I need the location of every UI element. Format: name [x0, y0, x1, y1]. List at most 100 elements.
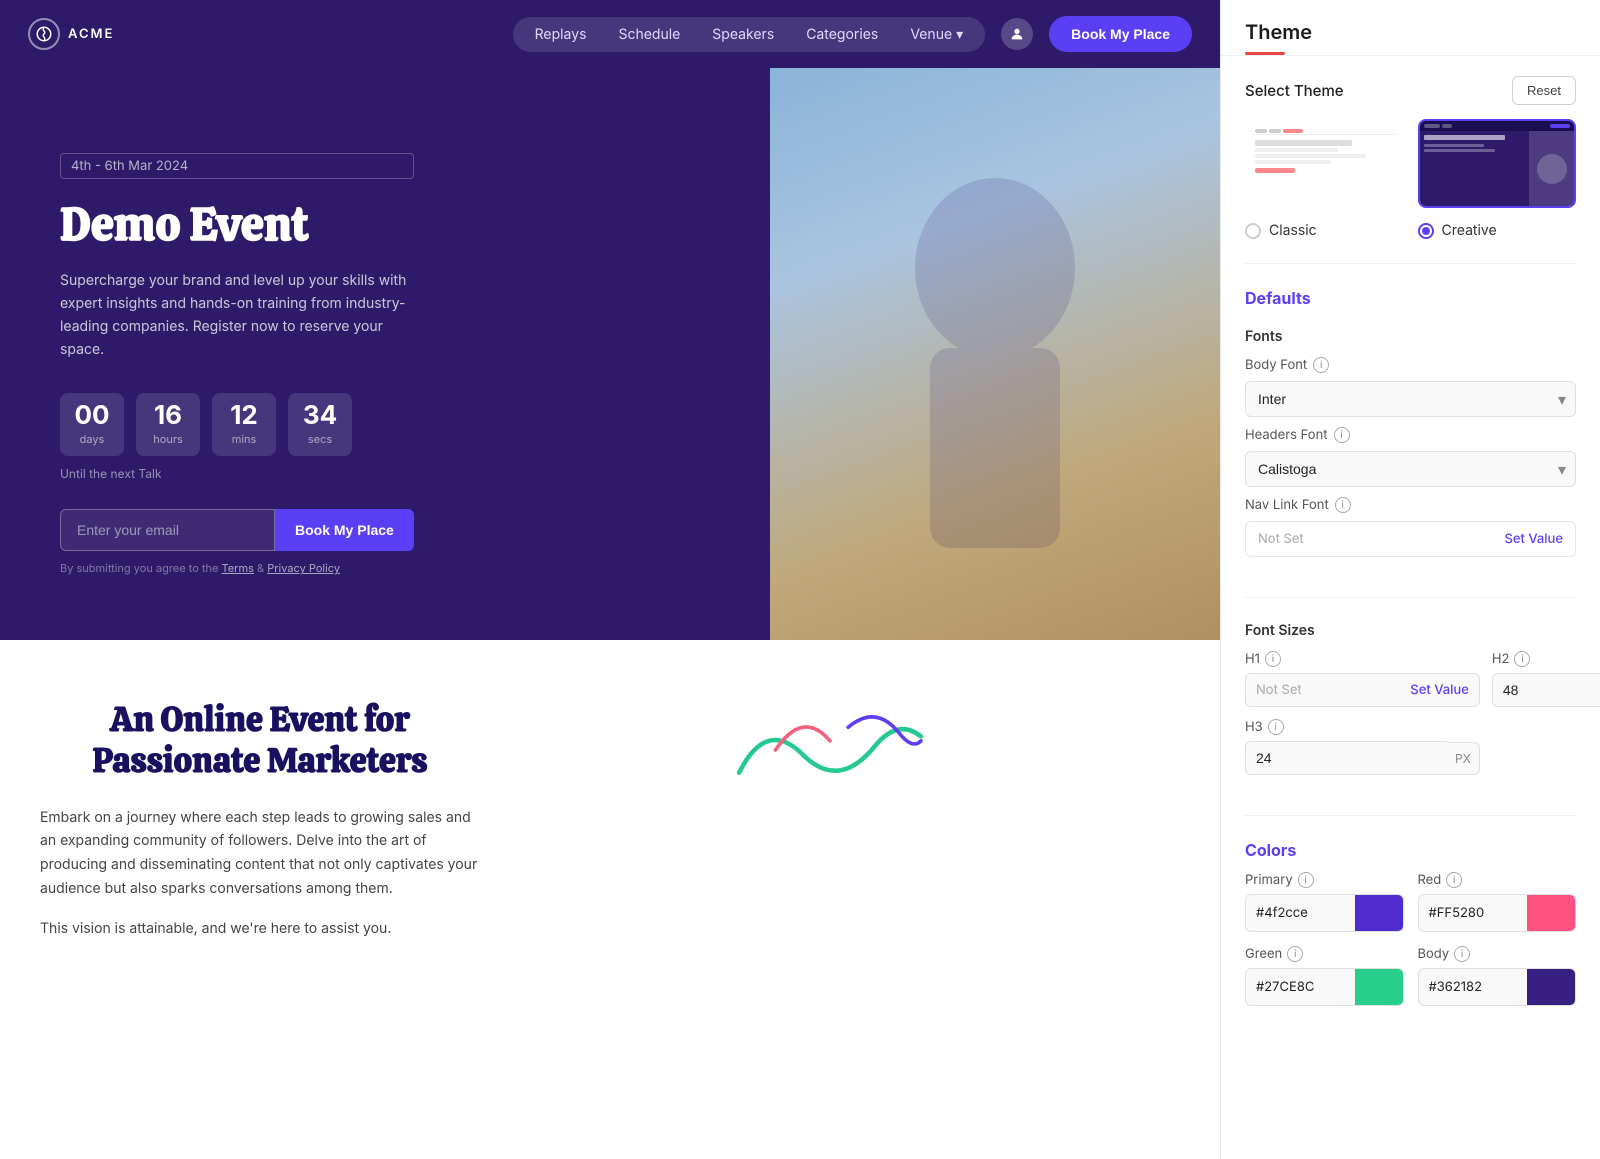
body-font-select-wrapper: Inter ▾: [1245, 381, 1576, 417]
defaults-section: Defaults: [1245, 288, 1576, 308]
user-avatar-icon[interactable]: [1001, 18, 1033, 50]
headers-font-label: Headers Font i: [1245, 427, 1350, 443]
font-sizes-section: Font Sizes H1 i Not Set Set Value: [1245, 622, 1576, 775]
headers-font-info-icon[interactable]: i: [1334, 427, 1350, 443]
green-info-icon[interactable]: i: [1287, 946, 1303, 962]
h3-label: H3 i: [1245, 719, 1480, 735]
red-input-row: #FF5280: [1418, 894, 1577, 932]
body-hex: #362182: [1419, 971, 1528, 1003]
primary-input-row: #4f2cce: [1245, 894, 1404, 932]
nav-font-row: Not Set Set Value: [1245, 521, 1576, 557]
theme-card-classic[interactable]: [1245, 119, 1404, 208]
colors-grid: Primary i #4f2cce Red i #FF5280: [1245, 872, 1576, 1006]
privacy-link[interactable]: Privacy Policy: [267, 561, 340, 575]
lower-description-1: Embark on a journey where each step lead…: [40, 806, 480, 901]
select-theme-header: Select Theme Reset: [1245, 76, 1576, 105]
h3-info-icon[interactable]: i: [1268, 719, 1284, 735]
radio-creative-circle: [1418, 223, 1434, 239]
colors-section: Colors Primary i #4f2cce Red: [1245, 840, 1576, 1006]
theme-creative-preview: [1420, 121, 1575, 206]
body-font-row: Body Font i: [1245, 357, 1576, 373]
nav-speakers[interactable]: Speakers: [698, 21, 788, 48]
theme-card-creative[interactable]: [1418, 119, 1577, 208]
h2-info-icon[interactable]: i: [1514, 651, 1530, 667]
logo-text: ACME: [68, 26, 114, 42]
radio-classic-circle: [1245, 223, 1261, 239]
green-hex: #27CE8C: [1246, 971, 1355, 1003]
h3-input[interactable]: [1245, 741, 1447, 775]
main-area: ACME Replays Schedule Speakers Categorie…: [0, 0, 1220, 1159]
primary-swatch[interactable]: [1355, 895, 1403, 931]
color-primary: Primary i #4f2cce: [1245, 872, 1404, 932]
defaults-title: Defaults: [1245, 288, 1576, 308]
h1-info-icon[interactable]: i: [1265, 651, 1281, 667]
email-form: Book My Place: [60, 509, 414, 551]
book-my-place-hero-button[interactable]: Book My Place: [275, 509, 414, 551]
theme-classic-preview: [1247, 121, 1402, 206]
panel-title: Theme: [1245, 20, 1576, 44]
h2-input-row: PX: [1492, 673, 1600, 707]
theme-creative-label: Creative: [1442, 222, 1497, 239]
h3-unit: PX: [1447, 742, 1480, 775]
nav-replays[interactable]: Replays: [521, 21, 601, 48]
nav-link-font-row: Nav Link Font i: [1245, 497, 1576, 513]
green-label: Green i: [1245, 946, 1404, 962]
body-font-select[interactable]: Inter: [1245, 381, 1576, 417]
nav-font-not-set: Not Set: [1258, 531, 1304, 547]
red-info-icon[interactable]: i: [1446, 872, 1462, 888]
nav-link-font-info-icon[interactable]: i: [1335, 497, 1351, 513]
divider-3: [1245, 815, 1576, 816]
nav-schedule[interactable]: Schedule: [604, 21, 694, 48]
email-input[interactable]: [60, 509, 275, 551]
color-body: Body i #362182: [1418, 946, 1577, 1006]
headers-font-row: Headers Font i: [1245, 427, 1576, 443]
event-date: 4th - 6th Mar 2024: [60, 153, 414, 179]
color-red: Red i #FF5280: [1418, 872, 1577, 932]
book-my-place-nav-button[interactable]: Book My Place: [1049, 16, 1192, 52]
event-description: Supercharge your brand and level up your…: [60, 269, 414, 361]
h3-size-item: H3 i PX: [1245, 719, 1480, 775]
headers-font-select-wrapper: Calistoga ▾: [1245, 451, 1576, 487]
lower-graphic: [480, 700, 1180, 800]
body-swatch[interactable]: [1527, 969, 1575, 1005]
nav-link-font-label: Nav Link Font i: [1245, 497, 1351, 513]
h2-input[interactable]: [1492, 673, 1600, 707]
lower-content: An Online Event for Passionate Marketers…: [40, 700, 480, 957]
theme-radio-classic[interactable]: Classic: [1245, 222, 1404, 239]
panel-tab-underline: [1245, 52, 1285, 55]
fonts-title: Fonts: [1245, 328, 1576, 345]
radio-inner-dot: [1422, 227, 1430, 235]
green-swatch[interactable]: [1355, 969, 1403, 1005]
nav-categories[interactable]: Categories: [792, 21, 892, 48]
countdown-days: 00 days: [60, 393, 124, 456]
theme-radio-creative[interactable]: Creative: [1418, 222, 1577, 239]
hero-content: 4th - 6th Mar 2024 Demo Event Supercharg…: [0, 68, 454, 640]
nav-links: Replays Schedule Speakers Categories Ven…: [513, 17, 986, 52]
nav-venue[interactable]: Venue ▾: [896, 21, 977, 48]
squiggle-icon: [730, 700, 930, 800]
green-input-row: #27CE8C: [1245, 968, 1404, 1006]
divider-1: [1245, 263, 1576, 264]
reset-button[interactable]: Reset: [1512, 76, 1576, 105]
countdown-secs: 34 secs: [288, 393, 352, 456]
body-color-info-icon[interactable]: i: [1454, 946, 1470, 962]
h1-size-item: H1 i Not Set Set Value: [1245, 651, 1480, 707]
headers-font-select[interactable]: Calistoga: [1245, 451, 1576, 487]
select-theme-section: Select Theme Reset: [1245, 76, 1576, 239]
panel-header: Theme: [1221, 0, 1600, 56]
countdown-hours: 16 hours: [136, 393, 200, 456]
h1-set-value[interactable]: Set Value: [1410, 682, 1469, 698]
font-sizes-grid: H1 i Not Set Set Value H2 i: [1245, 651, 1576, 775]
h3-input-row: PX: [1245, 741, 1480, 775]
countdown-timer: 00 days 16 hours 12 mins 34 secs: [60, 393, 414, 456]
red-swatch[interactable]: [1527, 895, 1575, 931]
chevron-down-icon: ▾: [956, 26, 963, 43]
h2-size-item: H2 i PX: [1492, 651, 1600, 707]
body-font-info-icon[interactable]: i: [1313, 357, 1329, 373]
h1-not-set: Not Set: [1256, 682, 1302, 698]
terms-link[interactable]: Terms: [222, 561, 254, 575]
primary-info-icon[interactable]: i: [1298, 872, 1314, 888]
body-input-row: #362182: [1418, 968, 1577, 1006]
nav-font-set-value[interactable]: Set Value: [1504, 531, 1563, 547]
lower-description-2: This vision is attainable, and we're her…: [40, 917, 480, 941]
